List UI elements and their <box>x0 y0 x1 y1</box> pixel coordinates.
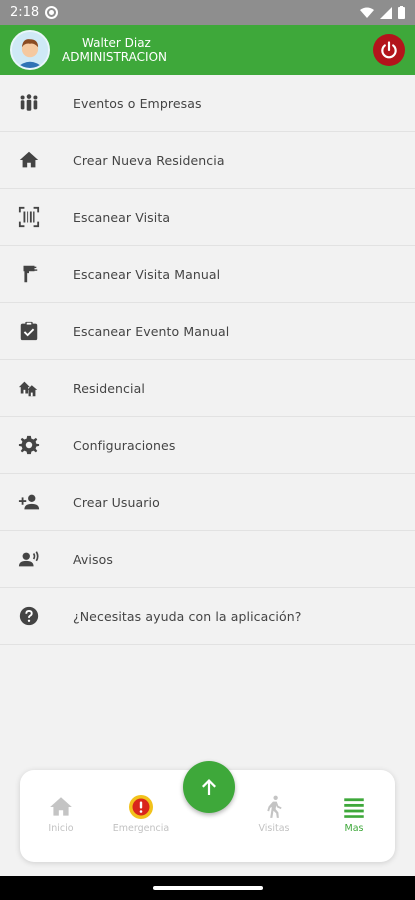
bottom-nav: Inicio Emergencia Visitas Mas <box>20 761 395 862</box>
menu-item-label: Residencial <box>73 380 145 396</box>
nav-emergencia-label: Emergencia <box>112 823 170 834</box>
home-icon <box>50 797 72 816</box>
avatar-image <box>12 32 48 68</box>
menu-item-label: Escanear Visita Manual <box>73 266 221 282</box>
power-icon <box>381 41 397 59</box>
sync-icon <box>45 6 59 19</box>
home-icon <box>18 149 40 171</box>
nav-visitas-label: Visitas <box>258 823 290 834</box>
walking-icon <box>267 795 282 818</box>
user-name: Walter Diaz <box>82 36 151 50</box>
battery-icon <box>398 6 405 19</box>
app-header: Walter Diaz ADMINISTRACION <box>0 25 415 75</box>
signal-icon <box>380 6 392 19</box>
menu-item-crear-usuario[interactable]: Crear Usuario <box>0 474 415 531</box>
system-nav-bar <box>0 876 415 900</box>
user-role: ADMINISTRACION <box>62 50 167 64</box>
menu-item-label: Escanear Visita <box>73 209 171 225</box>
menu-item-label: Crear Nueva Residencia <box>73 152 225 168</box>
menu-item-ayuda[interactable]: ¿Necesitas ayuda con la aplicación? <box>0 588 415 645</box>
menu-item-escanear-evento-manual[interactable]: Escanear Evento Manual <box>0 303 415 360</box>
avatar[interactable] <box>10 30 50 70</box>
home-gesture-pill[interactable] <box>153 886 263 890</box>
logout-button[interactable] <box>373 34 405 66</box>
nav-visitas[interactable]: Visitas <box>239 794 309 834</box>
side-menu: Eventos o Empresas Crear Nueva Residenci… <box>0 75 415 645</box>
menu-item-label: ¿Necesitas ayuda con la aplicación? <box>73 608 302 624</box>
gear-icon <box>18 434 40 456</box>
menu-item-configuraciones[interactable]: Configuraciones <box>0 417 415 474</box>
nav-mas[interactable]: Mas <box>319 794 389 834</box>
menu-item-label: Crear Usuario <box>73 494 160 510</box>
menu-lines-icon <box>344 798 364 818</box>
handheld-scanner-icon <box>18 263 40 285</box>
menu-item-residencial[interactable]: Residencial <box>0 360 415 417</box>
emergency-icon <box>129 795 153 819</box>
clipboard-check-icon <box>18 320 40 342</box>
people-icon <box>18 92 40 114</box>
nav-inicio-label: Inicio <box>48 823 74 834</box>
qr-scan-icon <box>18 206 40 228</box>
add-user-icon <box>18 491 40 513</box>
fab-up-button[interactable] <box>183 761 235 813</box>
arrow-up-icon <box>202 779 216 795</box>
nav-emergencia[interactable]: Emergencia <box>106 794 176 834</box>
status-time: 2:18 <box>10 5 40 20</box>
nav-mas-label: Mas <box>344 823 364 834</box>
status-icons <box>360 6 405 19</box>
menu-item-crear-residencia[interactable]: Crear Nueva Residencia <box>0 132 415 189</box>
user-info: Walter Diaz ADMINISTRACION <box>62 36 167 64</box>
menu-item-label: Configuraciones <box>73 437 176 453</box>
menu-item-label: Eventos o Empresas <box>73 95 202 111</box>
menu-item-label: Avisos <box>73 551 113 567</box>
houses-icon <box>18 377 40 399</box>
menu-item-label: Escanear Evento Manual <box>73 323 230 339</box>
help-icon <box>18 605 40 627</box>
nav-inicio[interactable]: Inicio <box>26 794 96 834</box>
status-bar: 2:18 <box>0 0 415 25</box>
announcement-icon <box>18 548 40 570</box>
menu-item-escanear-visita[interactable]: Escanear Visita <box>0 189 415 246</box>
menu-item-escanear-visita-manual[interactable]: Escanear Visita Manual <box>0 246 415 303</box>
wifi-icon <box>360 7 374 18</box>
menu-item-avisos[interactable]: Avisos <box>0 531 415 588</box>
menu-item-eventos[interactable]: Eventos o Empresas <box>0 75 415 132</box>
